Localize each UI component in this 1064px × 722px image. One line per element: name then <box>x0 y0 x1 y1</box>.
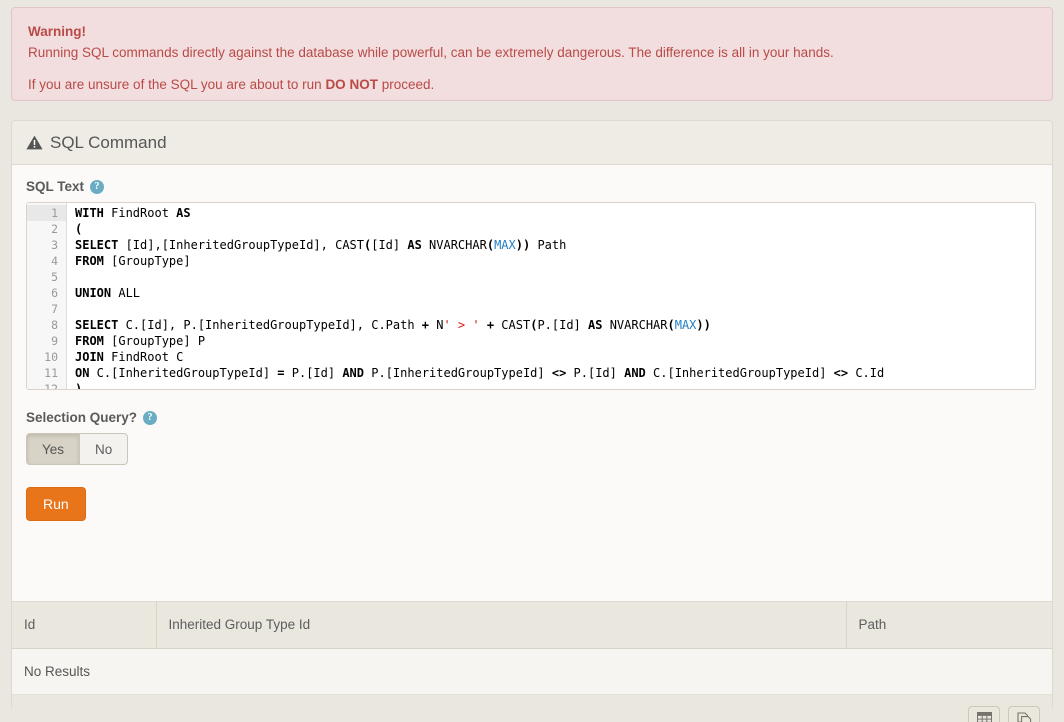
warning-alert-confirm: If you are unsure of the SQL you are abo… <box>28 74 1036 95</box>
column-header-id[interactable]: Id <box>12 602 156 648</box>
warning-alert-title: Warning! <box>28 22 1036 42</box>
selection-query-field: Selection Query? ? YesNo <box>26 410 1038 465</box>
warning-triangle-icon <box>26 135 43 150</box>
editor-code-area[interactable]: WITH FindRoot AS(SELECT [Id],[InheritedG… <box>67 203 1035 389</box>
panel-title: SQL Command <box>26 133 167 153</box>
table-row: No Results <box>12 648 1052 694</box>
editor-line-number: 2 <box>27 221 66 237</box>
editor-line-number: 12 <box>27 381 66 390</box>
selection-query-label-text: Selection Query? <box>26 410 137 425</box>
copy-button[interactable] <box>1008 706 1040 722</box>
column-header-path[interactable]: Path <box>846 602 1052 648</box>
selection-query-label: Selection Query? ? <box>26 410 1038 425</box>
editor-code-line: ON C.[InheritedGroupTypeId] = P.[Id] AND… <box>75 365 1035 381</box>
warning-confirm-prefix: If you are unsure of the SQL you are abo… <box>28 77 325 92</box>
run-button[interactable]: Run <box>26 487 86 521</box>
no-results-message: No Results <box>12 648 1052 694</box>
editor-code-line: WITH FindRoot AS <box>75 205 1035 221</box>
editor-line-number: 6 <box>27 285 66 301</box>
grid-export-button[interactable] <box>968 706 1000 722</box>
results-section: Id Inherited Group Type Id Path No Resul… <box>12 601 1052 722</box>
editor-code-line: ( <box>75 221 1035 237</box>
editor-code-line: JOIN FindRoot C <box>75 349 1035 365</box>
selection-query-option-no[interactable]: No <box>79 433 128 465</box>
warning-confirm-emphasis: DO NOT <box>325 77 378 92</box>
editor-line-number: 1 <box>27 205 66 221</box>
editor-line-number: 7 <box>27 301 66 317</box>
editor-line-number: 9 <box>27 333 66 349</box>
copy-icon <box>1017 712 1032 722</box>
editor-line-number: 11 <box>27 365 66 381</box>
editor-code-line: FROM [GroupType] <box>75 253 1035 269</box>
selection-query-option-yes[interactable]: Yes <box>26 433 79 465</box>
editor-code-line <box>75 301 1035 317</box>
warning-confirm-suffix: proceed. <box>378 77 434 92</box>
sql-command-page: Warning! Running SQL commands directly a… <box>0 0 1064 722</box>
editor-code-line: FROM [GroupType] P <box>75 333 1035 349</box>
editor-line-number: 5 <box>27 269 66 285</box>
results-footer <box>12 695 1052 722</box>
warning-alert-body: Running SQL commands directly against th… <box>28 42 1036 63</box>
help-icon[interactable]: ? <box>90 180 104 194</box>
selection-query-toggle-group[interactable]: YesNo <box>26 433 128 465</box>
sql-text-editor[interactable]: 123456789101112 WITH FindRoot AS(SELECT … <box>26 202 1036 390</box>
editor-line-number: 3 <box>27 237 66 253</box>
grid-export-icon <box>977 712 992 722</box>
results-table: Id Inherited Group Type Id Path No Resul… <box>12 602 1052 695</box>
editor-code-line: UNION ALL <box>75 285 1035 301</box>
column-header-inherited-group-type-id[interactable]: Inherited Group Type Id <box>156 602 846 648</box>
editor-line-number: 10 <box>27 349 66 365</box>
editor-line-number-gutter: 123456789101112 <box>27 203 67 389</box>
panel-heading: SQL Command <box>12 121 1052 165</box>
editor-code-line: ) <box>75 381 1035 389</box>
editor-line-number: 8 <box>27 317 66 333</box>
sql-command-panel: SQL Command SQL Text ? 123456789101112 W… <box>11 120 1053 710</box>
help-icon[interactable]: ? <box>143 411 157 425</box>
editor-code-line: SELECT [Id],[InheritedGroupTypeId], CAST… <box>75 237 1035 253</box>
sql-text-label: SQL Text ? <box>26 179 1038 194</box>
results-header-row: Id Inherited Group Type Id Path <box>12 602 1052 648</box>
editor-code-line: SELECT C.[Id], P.[InheritedGroupTypeId],… <box>75 317 1035 333</box>
editor-code-line <box>75 269 1035 285</box>
panel-body: SQL Text ? 123456789101112 WITH FindRoot… <box>12 165 1052 521</box>
panel-title-text: SQL Command <box>50 133 167 153</box>
sql-text-label-text: SQL Text <box>26 179 84 194</box>
warning-alert: Warning! Running SQL commands directly a… <box>11 7 1053 101</box>
editor-line-number: 4 <box>27 253 66 269</box>
